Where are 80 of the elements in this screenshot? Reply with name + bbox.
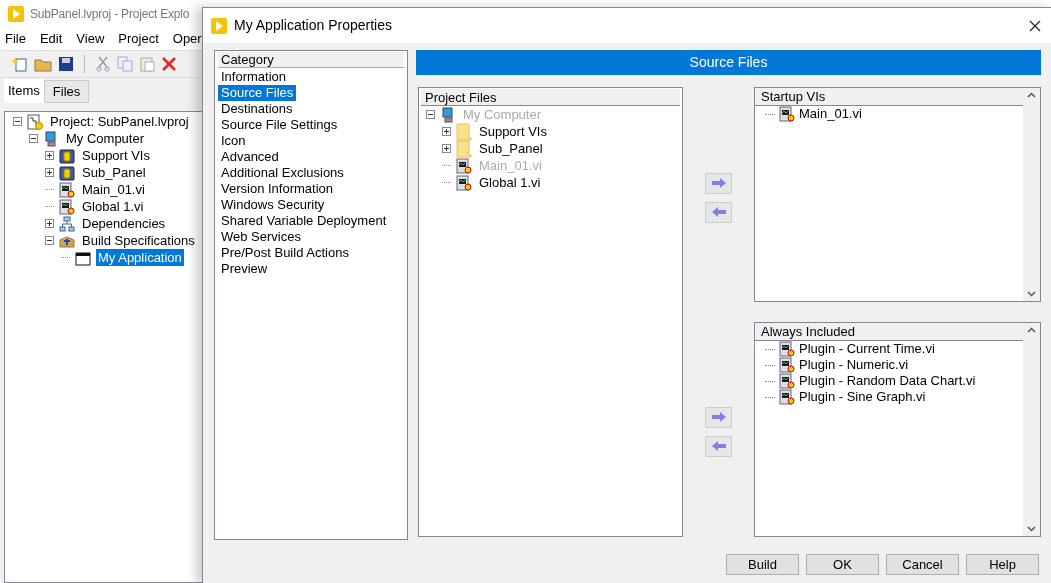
tree-item[interactable]: Dependencies — [80, 215, 168, 232]
category-item[interactable]: Source Files — [218, 85, 297, 101]
app-logo-icon — [211, 17, 227, 34]
category-item[interactable]: Information — [218, 69, 290, 85]
category-item[interactable]: Destinations — [218, 101, 296, 117]
page-header: Source Files — [416, 50, 1041, 75]
scroll-down-icon[interactable] — [1027, 526, 1036, 532]
tree-item[interactable]: Support VIs — [80, 147, 152, 164]
list-heading: Category — [218, 52, 404, 68]
tree-item[interactable]: My Computer — [64, 130, 147, 147]
hierarchy-icon — [59, 215, 75, 232]
expand-icon[interactable] — [45, 151, 54, 160]
category-item[interactable]: Icon — [218, 133, 249, 149]
remove-button[interactable] — [705, 201, 732, 223]
delete-icon[interactable] — [161, 56, 177, 72]
list-heading: Startup VIs — [755, 88, 1023, 106]
dialog-button[interactable]: OK — [806, 554, 879, 575]
category-item[interactable]: Preview — [218, 261, 271, 277]
tree-item[interactable]: Global 1.vi — [80, 198, 146, 215]
tree-item[interactable]: Main_01.vi — [80, 181, 147, 198]
left-arrow-icon — [710, 207, 727, 217]
tree-item[interactable]: My Application — [96, 249, 184, 266]
collapse-icon[interactable] — [29, 134, 38, 143]
computer-icon — [43, 130, 59, 147]
tab[interactable]: Items — [4, 79, 44, 103]
category-item[interactable]: Additional Exclusions — [218, 165, 347, 181]
list-heading: Project Files — [421, 89, 680, 106]
list-heading: Always Included — [755, 323, 1023, 341]
scroll-up-icon[interactable] — [1027, 327, 1036, 333]
collapse-icon[interactable] — [13, 117, 22, 126]
remove-button[interactable] — [705, 435, 732, 457]
vi-file-name[interactable]: Main_01.vi — [799, 104, 862, 124]
add-button[interactable] — [705, 172, 732, 194]
left-arrow-icon — [710, 441, 727, 451]
dialog-button[interactable]: Cancel — [886, 554, 959, 575]
category-item[interactable]: Version Information — [218, 181, 336, 197]
tree-item[interactable]: Sub_Panel — [80, 164, 148, 181]
menu-item[interactable]: View — [76, 29, 105, 49]
right-arrow-icon — [710, 412, 727, 422]
dialog-button[interactable]: Help — [966, 554, 1039, 575]
tree-item[interactable]: Build Specifications — [80, 232, 197, 249]
computer-icon — [440, 106, 456, 123]
library-icon — [59, 147, 75, 164]
vi-file-icon — [456, 174, 472, 191]
save-icon[interactable] — [58, 56, 74, 72]
vi-file-icon — [779, 341, 795, 357]
expand-icon[interactable] — [45, 168, 54, 177]
category-item[interactable]: Pre/Post Build Actions — [218, 245, 352, 261]
menu-item[interactable]: Oper — [172, 29, 202, 49]
vi-file-icon — [779, 373, 795, 389]
close-icon[interactable] — [1029, 19, 1041, 32]
vi-file-icon — [456, 157, 472, 174]
menu-item[interactable]: File — [5, 29, 26, 49]
menu-item[interactable]: Project — [118, 29, 159, 49]
library-icon — [59, 164, 75, 181]
dialog-button[interactable]: Build — [726, 554, 799, 575]
window-title: SubPanel.lvproj - Project Explo — [30, 6, 190, 23]
category-item[interactable]: Shared Variable Deployment — [218, 213, 390, 229]
tab[interactable]: Files — [43, 80, 90, 103]
dialog-title: My Application Properties — [234, 16, 393, 35]
right-arrow-icon — [710, 178, 727, 188]
vi-file-icon — [779, 389, 795, 405]
category-item[interactable]: Windows Security — [218, 197, 328, 213]
category-item[interactable]: Web Services — [218, 229, 304, 245]
tree-item[interactable]: Project: SubPanel.lvproj — [48, 113, 191, 130]
expand-icon[interactable] — [45, 219, 54, 228]
scroll-down-icon[interactable] — [1027, 291, 1036, 297]
menu-item[interactable]: Edit — [39, 29, 63, 49]
collapse-icon[interactable] — [45, 236, 54, 245]
vi-file-icon — [59, 198, 75, 215]
folder-icon[interactable] — [34, 56, 52, 72]
window-icon — [75, 249, 91, 266]
app-logo-icon — [8, 6, 24, 22]
category-item[interactable]: Advanced — [218, 149, 282, 165]
vi-file-icon — [779, 106, 795, 122]
vi-file-icon — [59, 181, 75, 198]
add-button[interactable] — [705, 406, 732, 428]
scroll-up-icon[interactable] — [1027, 92, 1036, 98]
category-item[interactable]: Source File Settings — [218, 117, 341, 133]
vi-file-icon — [779, 357, 795, 373]
